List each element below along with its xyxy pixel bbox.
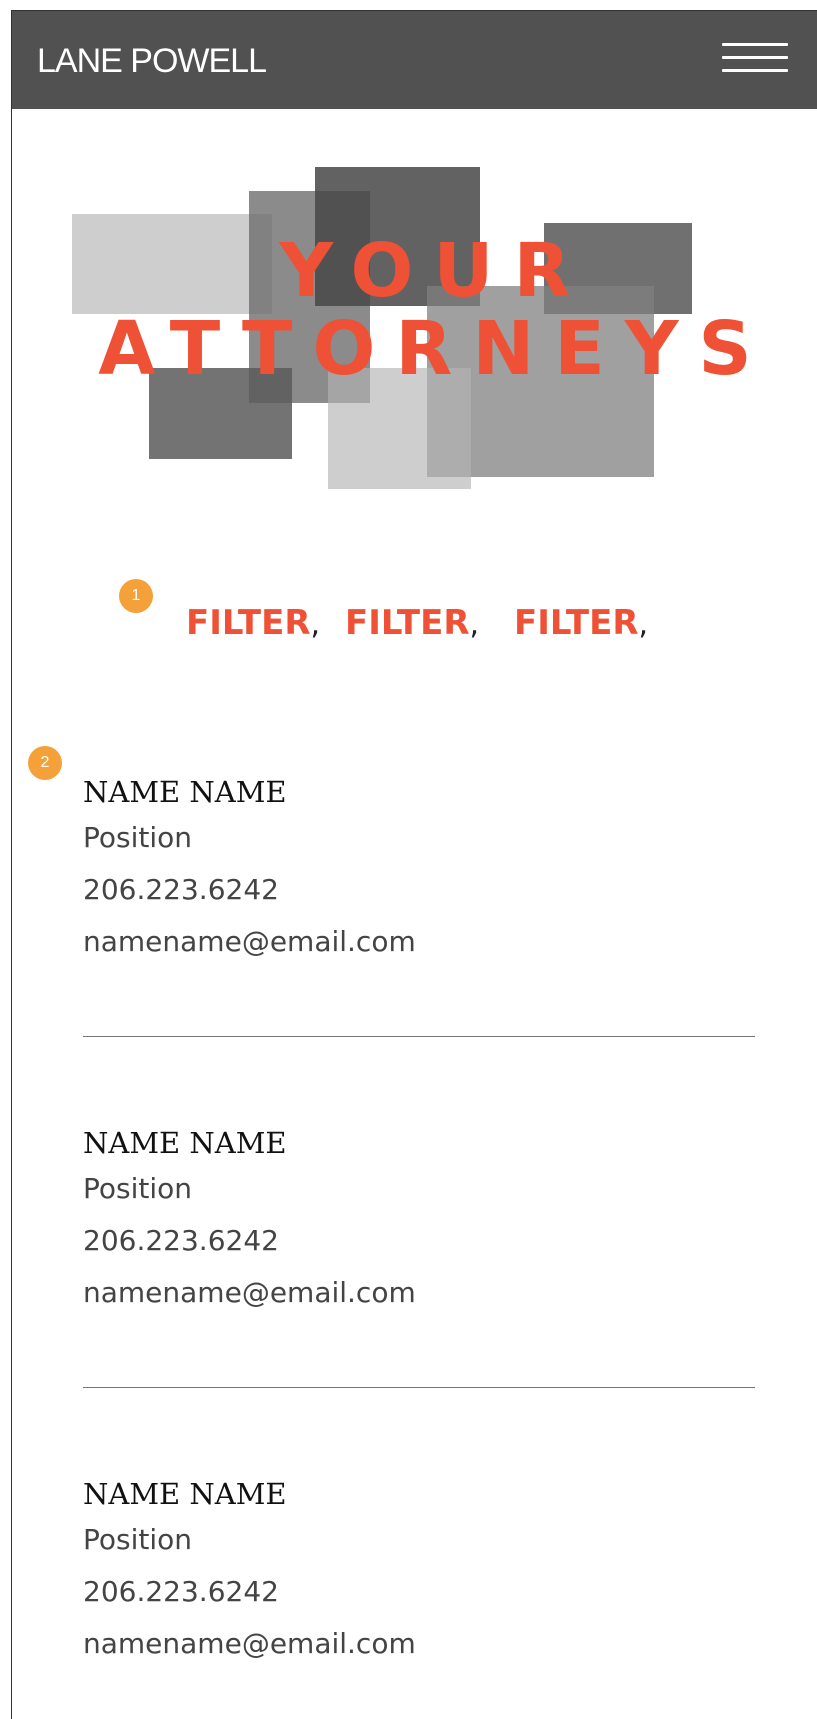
- lane-powell-logo[interactable]: LANE POWELL: [37, 41, 267, 81]
- attorney-phone[interactable]: 206.223.6242: [83, 1215, 753, 1267]
- attorney-email[interactable]: namename@email.com: [83, 1618, 753, 1670]
- divider: [83, 1036, 755, 1037]
- filter-label: FILTER: [186, 603, 311, 643]
- attorney-name[interactable]: NAME NAME: [83, 1474, 753, 1514]
- hamburger-menu-icon-bar: [722, 56, 788, 59]
- attorney-phone[interactable]: 206.223.6242: [83, 864, 753, 916]
- attorney-card: NAME NAME Position 206.223.6242 namename…: [83, 1123, 753, 1319]
- filter-link-2[interactable]: FILTER,: [345, 601, 479, 647]
- site-header: LANE POWELL: [12, 11, 817, 109]
- hamburger-menu-icon: [722, 43, 788, 46]
- page: LANE POWELL YOUR ATTORNEYS 1 FILTER, FIL…: [11, 10, 817, 1719]
- attorney-email[interactable]: namename@email.com: [83, 916, 753, 968]
- filter-separator: ,: [310, 607, 321, 642]
- filter-separator: ,: [469, 607, 480, 642]
- attorney-name[interactable]: NAME NAME: [83, 1123, 753, 1163]
- hamburger-menu-button[interactable]: [720, 41, 790, 81]
- attorney-position: Position: [83, 821, 193, 854]
- hamburger-menu-icon-bar: [722, 69, 788, 72]
- filter-bar: FILTER, FILTER, FILTER,: [12, 601, 817, 651]
- hero-title-line-1: YOUR: [279, 228, 591, 314]
- filter-separator: ,: [638, 607, 649, 642]
- annotation-badge-2: 2: [28, 746, 62, 780]
- filter-link-3[interactable]: FILTER,: [514, 601, 648, 647]
- filter-label: FILTER: [345, 603, 470, 643]
- attorney-email[interactable]: namename@email.com: [83, 1267, 753, 1319]
- attorney-position: Position: [83, 1523, 193, 1556]
- attorney-name[interactable]: NAME NAME: [83, 772, 753, 812]
- hero-title-line-2: ATTORNEYS: [98, 306, 772, 392]
- attorney-card: NAME NAME Position 206.223.6242 namename…: [83, 1474, 753, 1670]
- filter-label: FILTER: [514, 603, 639, 643]
- attorney-card: NAME NAME Position 206.223.6242 namename…: [83, 772, 753, 968]
- attorney-phone[interactable]: 206.223.6242: [83, 1566, 753, 1618]
- divider: [83, 1387, 755, 1388]
- hero-banner: YOUR ATTORNEYS: [12, 109, 817, 549]
- attorney-position: Position: [83, 1172, 193, 1205]
- filter-link-1[interactable]: FILTER,: [186, 601, 320, 647]
